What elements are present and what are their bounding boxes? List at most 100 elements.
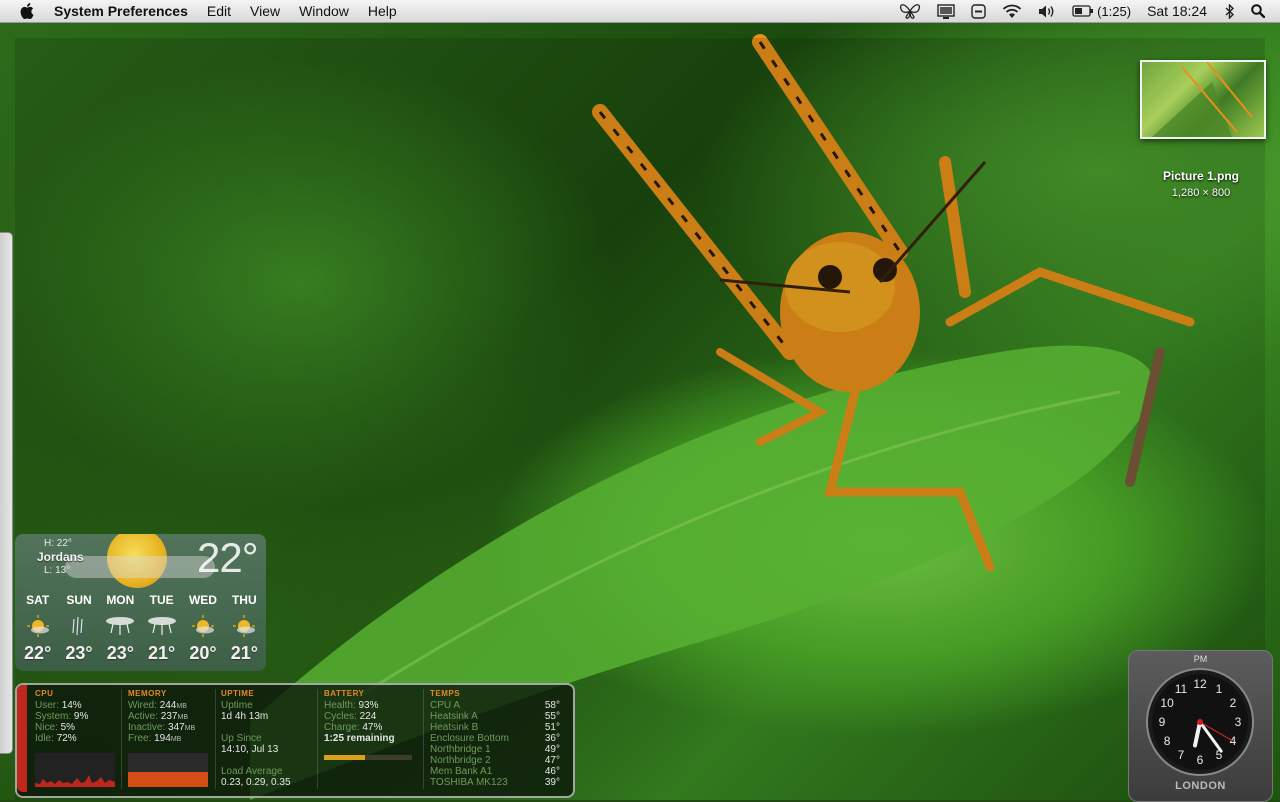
temp-sensor-value: 36° bbox=[544, 733, 560, 744]
forecast-day: MON 23° bbox=[100, 591, 141, 664]
apple-menu-icon[interactable] bbox=[20, 3, 34, 19]
menu-app-name[interactable]: System Preferences bbox=[54, 3, 188, 19]
rain-icon bbox=[58, 609, 99, 643]
menu-clock[interactable]: Sat 18:24 bbox=[1147, 3, 1207, 19]
memory-row-unit: MB bbox=[176, 703, 187, 710]
drawer-handle[interactable] bbox=[0, 232, 13, 754]
volume-icon[interactable] bbox=[1038, 4, 1056, 19]
battery-health-value: 93% bbox=[358, 700, 379, 711]
memory-row-value: 194 bbox=[154, 733, 171, 744]
cpu-row-value: 14% bbox=[61, 700, 82, 711]
cpu-row-value: 9% bbox=[73, 711, 89, 722]
uptime-spacer bbox=[221, 755, 291, 766]
temp-sensor-value: 46° bbox=[544, 766, 560, 777]
clock-numeral: 1 bbox=[1216, 682, 1223, 696]
memory-row: Free: 194MB bbox=[128, 733, 195, 744]
istat-divider bbox=[423, 689, 424, 789]
clock-numeral: 8 bbox=[1164, 734, 1171, 748]
spotlight-search-icon[interactable] bbox=[1251, 4, 1265, 18]
battery-row: Cycles: 224 bbox=[324, 711, 395, 722]
weather-widget[interactable]: H: 22° Jordans L: 13° 22° SAT 22° SUN 23… bbox=[15, 534, 266, 671]
temp-sensor-label: Mem Bank A1 bbox=[430, 766, 493, 777]
clock-face: 12 1234567891011 bbox=[1146, 668, 1254, 776]
memory-row-unit: MB bbox=[177, 714, 188, 721]
world-clock-widget[interactable]: PM 12 1 2 3 4 5 6 7 8 9 10 11 LONDON bbox=[1128, 650, 1273, 802]
uptime-value: 1d 4h 13m bbox=[221, 711, 269, 722]
clock-numeral: 2 bbox=[1230, 696, 1237, 710]
weather-high: H: 22° bbox=[44, 538, 72, 549]
menu-bar: System Preferences Edit View Window Help… bbox=[0, 0, 1280, 23]
temp-sensor-value: 39° bbox=[544, 777, 560, 788]
bluetooth-icon[interactable] bbox=[1225, 3, 1235, 19]
istat-divider bbox=[215, 689, 216, 789]
istat-widget[interactable]: CPU User: 14% System: 9% Nice: 5% Idle: … bbox=[15, 683, 575, 798]
forecast-day: WED 20° bbox=[182, 591, 223, 664]
cpu-history-graph bbox=[35, 753, 115, 787]
cpu-row-label: Idle: bbox=[35, 733, 54, 744]
memory-row-label: Inactive: bbox=[128, 722, 166, 733]
battery-charge-label: Charge: bbox=[324, 722, 360, 733]
forecast-day: SAT 22° bbox=[17, 591, 58, 664]
butterfly-icon[interactable] bbox=[899, 3, 921, 19]
battery-cycles-label: Cycles: bbox=[324, 711, 357, 722]
temp-row: TOSHIBA MK123 39° bbox=[430, 777, 560, 788]
temp-sensor-value: 47° bbox=[544, 755, 560, 766]
temp-row: CPU A 58° bbox=[430, 700, 560, 711]
temp-row: Heatsink B 51° bbox=[430, 722, 560, 733]
battery-remaining: 1:25 remaining bbox=[324, 733, 395, 744]
display-icon[interactable] bbox=[937, 3, 955, 19]
memory-row: Wired: 244MB bbox=[128, 700, 195, 711]
istat-cpu-section: CPU User: 14% System: 9% Nice: 5% Idle: … bbox=[35, 689, 88, 744]
desktop-file-name[interactable]: Picture 1.png bbox=[1130, 169, 1272, 183]
memory-row-value: 347 bbox=[168, 722, 185, 733]
forecast-day-name: SAT bbox=[26, 593, 50, 607]
wifi-icon[interactable] bbox=[1002, 4, 1022, 19]
istat-battery-section: BATTERY Health: 93% Cycles: 224 Charge: … bbox=[324, 689, 395, 744]
temp-sensor-value: 58° bbox=[544, 700, 560, 711]
load-average-label: Load Average bbox=[221, 766, 283, 777]
battery-row: Charge: 47% bbox=[324, 722, 395, 733]
forecast-day-temp: 20° bbox=[189, 643, 217, 663]
battery-status[interactable]: (1:25) bbox=[1072, 4, 1131, 19]
menu-help[interactable]: Help bbox=[368, 3, 397, 19]
istat-cpu-title: CPU bbox=[35, 689, 54, 698]
up-since-value: 14:10, Jul 13 bbox=[221, 744, 279, 755]
cpu-row-label: System: bbox=[35, 711, 72, 722]
uptime-label: Uptime bbox=[221, 700, 253, 711]
up-since-label: Up Since bbox=[221, 733, 262, 744]
memory-row-label: Active: bbox=[128, 711, 159, 722]
cpu-row: User: 14% bbox=[35, 700, 88, 711]
minus-box-icon[interactable] bbox=[971, 3, 986, 19]
sun-icon bbox=[17, 609, 58, 643]
menu-edit[interactable]: Edit bbox=[207, 3, 231, 19]
cpu-row-label: Nice: bbox=[35, 722, 58, 733]
temp-sensor-label: Heatsink B bbox=[430, 722, 479, 733]
weather-current-temp: 22° bbox=[197, 534, 259, 581]
cloud-icon bbox=[65, 556, 215, 578]
cpu-row: Idle: 72% bbox=[35, 733, 88, 744]
temp-row: Heatsink A 55° bbox=[430, 711, 560, 722]
temp-sensor-label: Heatsink A bbox=[430, 711, 478, 722]
memory-row: Inactive: 347MB bbox=[128, 722, 195, 733]
forecast-day-temp: 21° bbox=[230, 643, 258, 663]
desktop-file-dimensions: 1,280 × 800 bbox=[1171, 187, 1231, 199]
memory-row: Active: 237MB bbox=[128, 711, 195, 722]
temp-sensor-value: 51° bbox=[544, 722, 560, 733]
forecast-day-name: MON bbox=[106, 593, 135, 607]
memory-row-value: 237 bbox=[160, 711, 178, 722]
istat-battery-title: BATTERY bbox=[324, 689, 365, 698]
desktop-file-thumbnail[interactable] bbox=[1140, 60, 1266, 139]
forecast-day-name: WED bbox=[188, 593, 217, 607]
istat-uptime-section: UPTIME Uptime 1d 4h 13m Up Since 14:10, … bbox=[221, 689, 291, 788]
memory-row-label: Wired: bbox=[128, 700, 157, 711]
memory-row-unit: MB bbox=[170, 736, 182, 743]
istat-temps-title: TEMPS bbox=[430, 689, 461, 698]
menu-view[interactable]: View bbox=[250, 3, 280, 19]
weather-forecast: SAT 22° SUN 23° MON 23° TUE 21° WED 20° … bbox=[17, 591, 265, 664]
storm-icon bbox=[141, 609, 182, 643]
memory-row-value: 244 bbox=[159, 700, 177, 711]
istat-memory-title: MEMORY bbox=[128, 689, 167, 698]
cpu-row-label: User: bbox=[35, 700, 59, 711]
menu-window[interactable]: Window bbox=[299, 3, 349, 19]
battery-icon bbox=[1072, 5, 1094, 17]
